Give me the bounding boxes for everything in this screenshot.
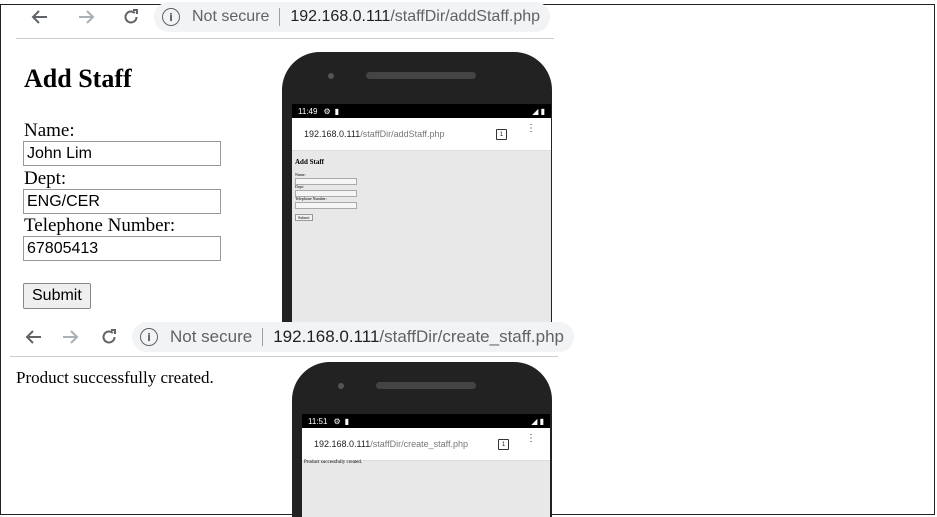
mobile-submit-button[interactable]: Submit [295,214,313,221]
sd-card-icon: ▮ [344,416,350,426]
mobile-url-path: /staffDir/addStaff.php [360,129,445,139]
address-bar[interactable]: i Not secure 192.168.0.111/staffDir/crea… [132,322,574,352]
gear-icon: ⚙ [323,106,331,116]
speaker-grille [366,72,476,79]
url-host: 192.168.0.111 [273,327,380,346]
mobile-telephone-field[interactable] [295,202,357,209]
mobile-address-bar[interactable]: 192.168.0.111/staffDir/addStaff.php [298,123,451,145]
mobile-url-host: 192.168.0.111 [304,129,361,139]
arrow-left-icon[interactable] [16,323,50,351]
info-icon[interactable]: i [140,328,158,346]
desktop-toolbar-bottom: i Not secure 192.168.0.111/staffDir/crea… [16,322,574,352]
success-message: Product successfully created. [16,368,214,387]
mobile-url-host: 192.168.0.111 [314,439,371,449]
mobile-name-label: Name: [295,172,306,177]
reload-icon[interactable] [114,3,148,31]
reload-icon[interactable] [92,323,126,351]
phone-screen: 11:49 ⚙ ▮ ◢ ▮ 192.168.0.111/staffDir/add… [292,104,551,322]
desktop-toolbar-top: i Not secure 192.168.0.111/staffDir/addS… [22,2,551,32]
speaker-grille [376,382,476,389]
status-time: 11:49 [298,106,318,116]
name-label: Name: [24,120,75,141]
mobile-dept-label: Dept: [295,184,304,189]
telephone-label: Telephone Number: [24,215,176,236]
mobile-telephone-label: Telephone Number: [295,196,327,201]
dept-field[interactable]: ENG/CER [23,189,221,214]
security-label: Not secure [170,327,253,346]
mobile-page-title: Add Staff [295,158,324,166]
camera-dot [328,73,334,79]
security-label: Not secure [192,8,270,25]
url-host: 192.168.0.111 [290,8,391,25]
submit-button[interactable]: Submit [23,283,91,309]
camera-dot [338,383,344,389]
sd-card-icon: ▮ [334,106,340,116]
mobile-address-bar[interactable]: 192.168.0.111/staffDir/create_staff.php [308,433,474,455]
gear-icon: ⚙ [333,416,341,426]
kebab-menu-icon[interactable]: ⋮ [526,434,536,444]
dept-label: Dept: [24,168,67,189]
mobile-url-path: /staffDir/create_staff.php [370,439,468,449]
info-icon[interactable]: i [162,8,180,26]
arrow-left-icon[interactable] [22,3,56,31]
phone-top: 11:49 ⚙ ▮ ◢ ▮ 192.168.0.111/staffDir/add… [282,52,552,322]
tab-count-icon[interactable]: 1 [498,439,509,450]
phone-screen: 11:51 ⚙ ▮ ◢ ▮ 192.168.0.111/staffDir/cre… [302,414,550,517]
arrow-right-icon[interactable] [54,323,88,351]
telephone-field[interactable]: 67805413 [23,236,221,261]
toolbar-divider [16,38,554,39]
separator [262,328,264,346]
kebab-menu-icon[interactable]: ⋮ [526,124,536,134]
toolbar-divider [10,356,558,357]
phone-bottom: 11:51 ⚙ ▮ ◢ ▮ 192.168.0.111/staffDir/cre… [292,362,552,517]
status-bar: 11:49 ⚙ ▮ ◢ ▮ [292,104,551,118]
separator [279,8,281,26]
signal-battery-icon: ◢ ▮ [531,416,544,426]
address-bar[interactable]: i Not secure 192.168.0.111/staffDir/addS… [154,2,551,32]
page-title: Add Staff [24,64,132,93]
status-time: 11:51 [308,416,328,426]
mobile-browser-chrome: 192.168.0.111/staffDir/create_staff.php … [302,428,550,461]
arrow-right-icon[interactable] [70,3,104,31]
mobile-name-field[interactable] [295,178,357,185]
url-path: /staffDir/addStaff.php [390,8,541,25]
mobile-browser-chrome: 192.168.0.111/staffDir/addStaff.php 1 ⋮ [292,118,551,151]
name-field[interactable]: John Lim [23,141,221,166]
url-path: /staffDir/create_staff.php [379,327,564,346]
mobile-success-message: Product successfully created. [304,460,363,465]
status-bar: 11:51 ⚙ ▮ ◢ ▮ [302,414,550,428]
tab-count-icon[interactable]: 1 [496,129,507,140]
signal-battery-icon: ◢ ▮ [532,106,545,116]
